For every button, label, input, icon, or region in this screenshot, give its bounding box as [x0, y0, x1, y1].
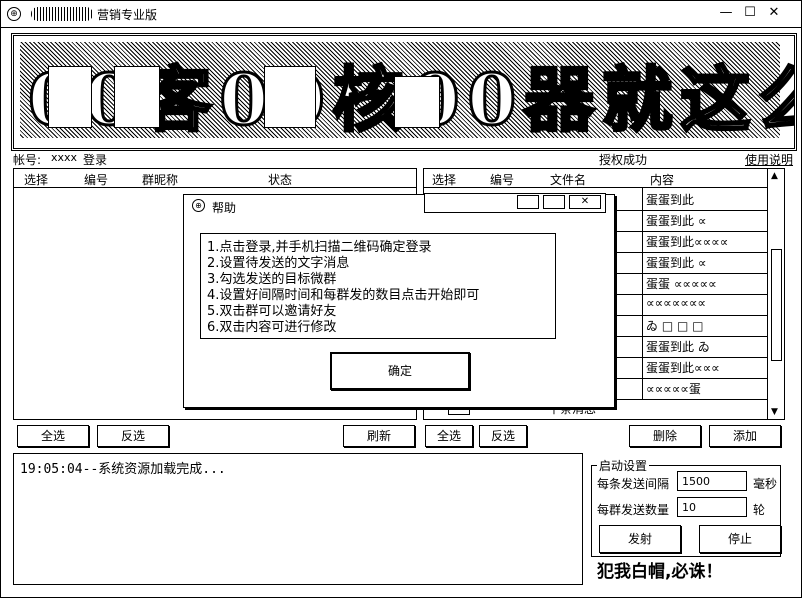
banner-redaction	[48, 66, 92, 128]
row-content: 蛋蛋到此∝∝∝	[646, 361, 720, 375]
column-divider	[642, 188, 643, 210]
interval-unit: 毫秒	[753, 477, 778, 491]
row-content: 蛋蛋到此 ゐ	[646, 340, 710, 354]
fragment-close-icon: ✕	[569, 195, 601, 209]
row-content: 蛋蛋 ∝∝∝∝∝	[646, 277, 717, 291]
column-divider	[642, 314, 643, 336]
help-link[interactable]: 使用说明	[745, 151, 793, 168]
group-header-nickname[interactable]: 群昵称	[142, 171, 178, 188]
help-text-box: 1.点击登录,并手机扫描二维码确定登录 2.设置待发送的文字消息 3.勾选发送的…	[200, 233, 556, 339]
column-divider	[642, 230, 643, 252]
delete-button[interactable]: 删除	[629, 425, 701, 447]
group-header-select[interactable]: 选择	[24, 171, 48, 188]
log-line: 19:05:04--系统资源加载完成...	[20, 462, 226, 477]
send-button[interactable]: 发射	[599, 525, 681, 553]
message-header-number[interactable]: 编号	[490, 171, 514, 188]
column-divider	[642, 356, 643, 378]
overlapping-window-fragment: ✕	[424, 193, 606, 213]
invert-groups-button[interactable]: 反选	[97, 425, 169, 447]
banner-redaction	[264, 66, 316, 128]
message-table-header: 选择 编号 文件名 内容	[424, 169, 767, 188]
title-redaction	[31, 7, 93, 21]
group-header-status[interactable]: 状态	[268, 171, 292, 188]
message-header-content[interactable]: 内容	[650, 171, 674, 188]
log-panel[interactable]: 19:05:04--系统资源加载完成...	[13, 453, 583, 585]
select-all-groups-button[interactable]: 全选	[17, 425, 89, 447]
settings-title: 启动设置	[597, 457, 650, 474]
count-unit: 轮	[753, 503, 766, 517]
help-dialog-title: 帮助	[212, 201, 237, 215]
main-window: ⊕ 营销专业版 — ☐ ✕ 00客00核00器就这么牛 帐号: xxxx 登录 …	[0, 0, 802, 598]
stop-button[interactable]: 停止	[699, 525, 781, 553]
help-icon: ⊕	[192, 199, 205, 212]
account-value: xxxx	[51, 151, 78, 164]
row-content: ∝∝∝∝∝蛋	[646, 382, 701, 396]
banner-redaction	[114, 66, 160, 128]
interval-input[interactable]: 1500	[677, 471, 747, 491]
row-content: 蛋蛋到此∝∝∝∝	[646, 235, 729, 249]
scroll-up-icon[interactable]: ▲	[771, 171, 778, 181]
watermark-text: 犯我白帽,必诛！	[597, 562, 723, 582]
scroll-down-icon[interactable]: ▼	[771, 407, 778, 417]
help-dialog: ⊕ 帮助 ✕ 1.点击登录,并手机扫描二维码确定登录 2.设置待发送的文字消息 …	[183, 193, 615, 408]
login-link[interactable]: 登录	[83, 151, 108, 169]
count-input[interactable]: 10	[677, 497, 747, 517]
auth-status: 授权成功	[599, 153, 648, 167]
group-table-header: 选择 编号 群昵称 状态	[14, 169, 416, 188]
column-divider	[642, 272, 643, 294]
account-label: 帐号:	[13, 153, 42, 167]
message-header-select[interactable]: 选择	[432, 171, 456, 188]
minimize-button[interactable]: —	[717, 5, 735, 21]
help-ok-button[interactable]: 确定	[330, 352, 470, 390]
help-line-6: 6.双击内容可进行修改	[207, 320, 337, 335]
row-content: 蛋蛋到此 ∝	[646, 214, 707, 228]
group-header-number[interactable]: 编号	[84, 171, 108, 188]
banner-redaction	[394, 76, 440, 128]
title-bar: ⊕ 营销专业版 — ☐ ✕	[1, 1, 801, 28]
refresh-button[interactable]: 刷新	[343, 425, 415, 447]
close-button[interactable]: ✕	[765, 5, 783, 21]
maximize-button[interactable]: ☐	[741, 5, 759, 21]
select-all-messages-button[interactable]: 全选	[425, 425, 473, 447]
window-title: 营销专业版	[97, 8, 158, 22]
message-header-filename[interactable]: 文件名	[550, 171, 586, 188]
row-content: ∝∝∝∝∝∝∝	[646, 296, 707, 310]
app-icon: ⊕	[7, 7, 21, 21]
column-divider	[642, 377, 643, 399]
column-divider	[642, 209, 643, 231]
column-divider	[642, 335, 643, 357]
fragment-minimize-icon	[517, 195, 539, 209]
column-divider	[642, 293, 643, 315]
row-content: ゐ □ □ □	[646, 319, 704, 333]
help-dialog-title-bar: ⊕ 帮助 ✕	[184, 193, 614, 217]
fragment-maximize-icon	[543, 195, 565, 209]
interval-label: 每条发送间隔	[597, 477, 670, 491]
column-divider	[642, 251, 643, 273]
row-content: 蛋蛋到此 ∝	[646, 256, 707, 270]
scroll-thumb[interactable]	[771, 249, 782, 361]
row-content: 蛋蛋到此	[646, 193, 695, 207]
count-label: 每群发送数量	[597, 503, 670, 517]
add-button[interactable]: 添加	[709, 425, 781, 447]
invert-messages-button[interactable]: 反选	[479, 425, 527, 447]
message-table-scrollbar[interactable]: ▲ ▼	[767, 169, 784, 419]
banner: 00客00核00器就这么牛	[11, 33, 797, 151]
